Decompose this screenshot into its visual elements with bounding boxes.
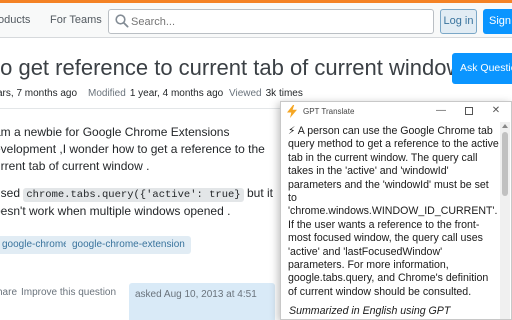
meta-modified-value[interactable]: 1 year, 4 months ago xyxy=(130,88,223,99)
top-bar: oducts For Teams Log in Sign xyxy=(0,0,512,38)
maximize-icon[interactable] xyxy=(462,104,476,118)
improve-question-link[interactable]: Improve this question xyxy=(21,287,116,298)
meta-viewed-value: 3k times xyxy=(265,88,303,99)
body-line-2: evelopment ,I wonder how to get a refere… xyxy=(0,142,265,156)
gpt-summary-text: ⚡ A person can use the Google Chrome tab… xyxy=(288,125,499,298)
meta-asked: ars, 7 months ago xyxy=(0,88,77,99)
meta-viewed: Viewed 3k times xyxy=(229,88,303,99)
signup-button[interactable]: Sign xyxy=(483,9,512,34)
gpt-translate-window[interactable]: GPT Translate — ✕ ⚡ A person can use the… xyxy=(280,101,512,320)
question-title[interactable]: to get reference to current tab of curre… xyxy=(0,55,475,81)
asked-date[interactable]: asked Aug 10, 2013 at 4:51 xyxy=(135,289,257,300)
search-input[interactable] xyxy=(131,10,427,33)
asked-user-card: asked Aug 10, 2013 at 4:51 xyxy=(129,283,275,320)
body-line-5: oesn't work when multiple windows opened… xyxy=(0,204,231,218)
login-button[interactable]: Log in xyxy=(440,9,477,34)
close-icon[interactable]: ✕ xyxy=(489,104,503,118)
tag-google-chrome[interactable]: google-chrome xyxy=(0,236,75,254)
gpt-window-title: GPT Translate xyxy=(303,107,355,116)
body-line-4: used chrome.tabs.query({'active': true} … xyxy=(0,185,273,204)
search-box[interactable] xyxy=(108,9,434,34)
body-line-4-pre: used xyxy=(0,186,21,200)
gpt-footer-note: Summarized in English using GPT xyxy=(289,305,451,317)
ask-question-button[interactable]: Ask Question xyxy=(452,53,512,84)
scroll-thumb[interactable] xyxy=(502,132,508,196)
nav-products-link[interactable]: oducts xyxy=(0,14,30,26)
search-icon xyxy=(115,14,129,28)
meta-asked-value: ars, 7 months ago xyxy=(0,88,78,99)
gpt-titlebar[interactable]: GPT Translate — ✕ xyxy=(281,102,511,122)
scroll-up-arrow-icon[interactable] xyxy=(502,124,508,128)
body-line-4-post: but it xyxy=(246,186,273,200)
minimize-icon[interactable]: — xyxy=(434,104,448,118)
lightning-icon xyxy=(287,105,297,118)
meta-viewed-label: Viewed xyxy=(229,88,262,99)
body-line-3: urrent tab of current window . xyxy=(0,159,150,173)
body-line-1: am a newbie for Google Chrome Extensions xyxy=(0,125,230,139)
meta-modified: Modified 1 year, 4 months ago xyxy=(88,88,223,99)
inline-code: chrome.tabs.query({'active': true} xyxy=(23,188,244,202)
meta-modified-label: Modified xyxy=(88,88,126,99)
share-link[interactable]: hare xyxy=(0,287,17,298)
nav-for-teams-link[interactable]: For Teams xyxy=(50,14,102,26)
gpt-scrollbar[interactable] xyxy=(500,122,510,319)
tag-google-chrome-extension[interactable]: google-chrome-extension xyxy=(66,236,191,254)
